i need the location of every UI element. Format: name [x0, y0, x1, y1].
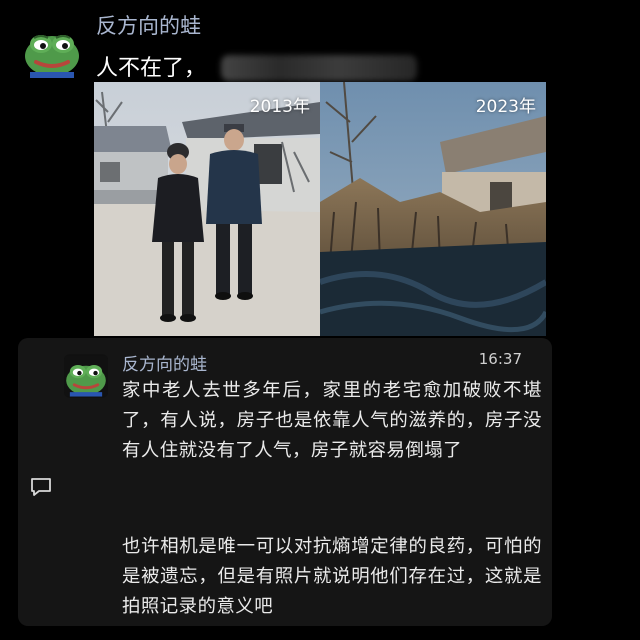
reply-username[interactable]: 反方向的蛙: [122, 350, 207, 375]
reply-timestamp: 16:37: [478, 350, 522, 368]
photo-year-label: 2023年: [475, 97, 536, 117]
frog-avatar-icon[interactable]: [64, 354, 108, 398]
frog-avatar-icon[interactable]: [22, 22, 82, 78]
top-post-username[interactable]: 反方向的蛙: [96, 10, 201, 40]
comment-icon[interactable]: [29, 476, 53, 498]
reply-paragraph: 也许相机是唯一可以对抗熵增定律的良药，可怕的是被遗忘，但是有照片就说明他们存在过…: [122, 536, 542, 617]
top-post-message: 人不在了，: [96, 56, 207, 81]
photo-comparison: 2013年 2023年: [94, 82, 546, 336]
photo-2013[interactable]: 2013年: [94, 82, 320, 336]
photo-year-label: 2013年: [249, 97, 310, 117]
reply-paragraph: 家中老人去世多年后，家里的老宅愈加破败不堪了，有人说，房子也是依靠人气的滋养的，…: [122, 380, 542, 461]
photo-2023[interactable]: 2023年: [320, 82, 546, 336]
blurred-text-region: [221, 55, 417, 81]
